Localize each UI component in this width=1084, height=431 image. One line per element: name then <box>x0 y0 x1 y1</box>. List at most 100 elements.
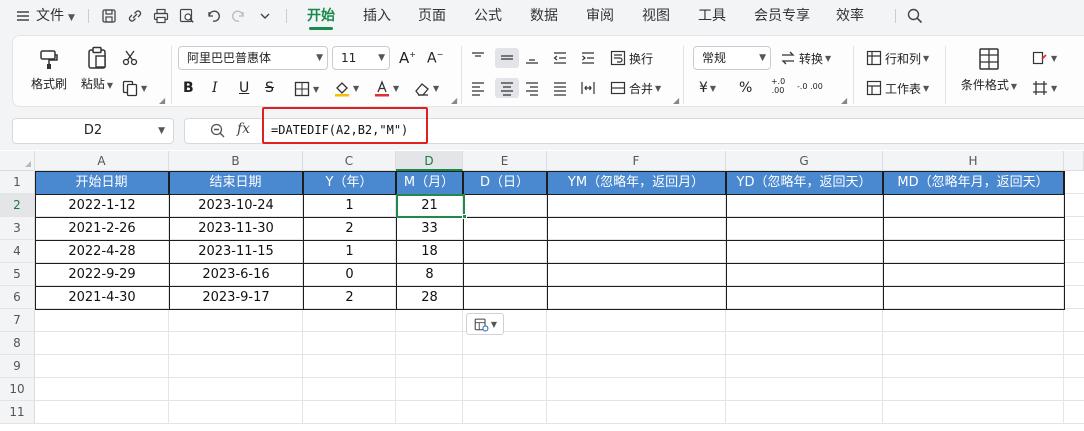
print-icon[interactable] <box>152 7 170 25</box>
active-cell-d2[interactable] <box>396 194 465 218</box>
table-cell[interactable]: 8 <box>396 263 463 286</box>
column-header-f[interactable]: F <box>547 151 726 171</box>
redo-icon[interactable] <box>230 7 248 25</box>
table-cell[interactable]: 2023-10-24 <box>169 194 303 217</box>
table-cell[interactable]: 0 <box>303 263 396 286</box>
table-cell[interactable]: 2022-4-28 <box>35 240 169 263</box>
tab-view[interactable]: 视图 <box>642 0 670 32</box>
distributed-button[interactable] <box>579 78 597 98</box>
table-header-cell[interactable]: M（月） <box>396 171 463 194</box>
align-middle-button[interactable] <box>495 48 519 68</box>
clear-format-button[interactable]: ▼ <box>413 78 439 98</box>
table-cell[interactable]: 2022-1-12 <box>35 194 169 217</box>
font-size-select[interactable]: 11 ▼ <box>332 46 390 70</box>
tab-member[interactable]: 会员专享 <box>754 0 810 32</box>
table-cell[interactable]: 18 <box>396 240 463 263</box>
select-all-corner[interactable] <box>0 151 35 171</box>
format-painter-button[interactable]: 格式刷 <box>29 45 69 92</box>
freeze-pane-button[interactable]: ▼ <box>1031 78 1057 98</box>
row-header-9[interactable]: 9 <box>0 355 35 378</box>
tab-review[interactable]: 审阅 <box>586 0 614 32</box>
strikethrough-button[interactable]: S <box>265 78 274 98</box>
tab-data[interactable]: 数据 <box>530 0 558 32</box>
table-header-cell[interactable]: YM（忽略年，返回月） <box>547 171 726 194</box>
zoom-icon[interactable] <box>209 122 227 140</box>
decrease-indent-button[interactable] <box>551 48 569 68</box>
column-header-d[interactable]: D <box>396 151 463 171</box>
table-cell[interactable]: 2023-11-30 <box>169 217 303 240</box>
font-launcher-icon[interactable]: ◢ <box>451 96 457 105</box>
table-cell[interactable]: 2023-6-16 <box>169 263 303 286</box>
underline-button[interactable]: U <box>239 78 249 98</box>
row-header-4[interactable]: 4 <box>0 240 35 263</box>
row-header-1[interactable]: 1 <box>0 171 35 194</box>
conditional-format-button[interactable]: 条件格式 ▼ <box>957 46 1021 93</box>
column-header-h[interactable]: H <box>883 151 1064 171</box>
table-cell[interactable]: 2022-9-29 <box>35 263 169 286</box>
table-cell[interactable]: 2021-2-26 <box>35 217 169 240</box>
tab-efficiency[interactable]: 效率 <box>836 0 864 32</box>
spreadsheet-grid[interactable]: A B C D E F G H 1 2 3 4 5 6 7 8 9 10 11 开始日期 结束日期 Y（年） M（月） D（日… <box>0 151 1084 431</box>
increase-font-button[interactable]: A+ <box>399 48 416 68</box>
insert-function-button[interactable]: fx <box>237 121 250 137</box>
align-top-button[interactable] <box>469 48 487 68</box>
borders-button[interactable]: ▼ <box>293 79 319 99</box>
number-format-select[interactable]: 常规 ▼ <box>693 46 771 70</box>
table-cell[interactable]: 2021-4-30 <box>35 286 169 309</box>
font-color-button[interactable]: ▼ <box>373 78 399 98</box>
table-cell[interactable]: 1 <box>303 240 396 263</box>
print-preview-icon[interactable] <box>178 7 196 25</box>
tab-formulas[interactable]: 公式 <box>474 0 502 32</box>
column-header-g[interactable]: G <box>726 151 883 171</box>
file-menu[interactable]: 文件 ▼ <box>36 0 75 32</box>
row-header-11[interactable]: 11 <box>0 401 35 424</box>
tab-home[interactable]: 开始 <box>307 0 335 32</box>
justify-button[interactable] <box>551 78 569 98</box>
column-header-b[interactable]: B <box>169 151 303 171</box>
paste-options-button[interactable]: ▼ <box>466 313 504 335</box>
hamburger-menu-icon[interactable] <box>14 7 32 25</box>
clipboard-launcher-icon[interactable]: ◢ <box>159 96 165 105</box>
alignment-launcher-icon[interactable]: ◢ <box>673 96 679 105</box>
row-header-8[interactable]: 8 <box>0 332 35 355</box>
search-icon[interactable] <box>906 7 924 25</box>
decrease-font-button[interactable]: A− <box>427 48 443 68</box>
save-icon[interactable] <box>100 7 118 25</box>
fill-color-button[interactable]: ▼ <box>333 78 359 98</box>
increase-indent-button[interactable] <box>579 48 597 68</box>
table-header-cell[interactable]: YD（忽略年，返回天） <box>726 171 883 194</box>
decrease-decimal-button[interactable]: -.0 .00 <box>797 74 823 98</box>
table-header-cell[interactable]: Y（年） <box>303 171 396 194</box>
column-header-c[interactable]: C <box>303 151 396 171</box>
row-header-3[interactable]: 3 <box>0 217 35 240</box>
table-cell[interactable]: 2023-11-15 <box>169 240 303 263</box>
copy-button[interactable]: ▼ <box>121 78 147 98</box>
percent-button[interactable]: % <box>739 78 752 98</box>
bold-button[interactable]: B <box>183 78 194 98</box>
row-header-7[interactable]: 7 <box>0 309 35 332</box>
row-header-10[interactable]: 10 <box>0 378 35 401</box>
convert-button[interactable]: 转换 ▼ <box>779 48 831 68</box>
tab-page[interactable]: 页面 <box>418 0 446 32</box>
number-launcher-icon[interactable]: ◢ <box>841 96 847 105</box>
table-header-cell[interactable]: D（日） <box>463 171 547 194</box>
align-center-button[interactable] <box>495 78 519 98</box>
column-header-e[interactable]: E <box>463 151 547 171</box>
table-cell[interactable]: 28 <box>396 286 463 309</box>
align-right-button[interactable] <box>523 78 541 98</box>
column-header-a[interactable]: A <box>35 151 169 171</box>
table-cell[interactable]: 2 <box>303 217 396 240</box>
align-left-button[interactable] <box>469 78 487 98</box>
worksheet-button[interactable]: 工作表 ▼ <box>865 78 929 98</box>
merge-button[interactable]: 合并 ▼ <box>609 78 661 98</box>
italic-button[interactable]: I <box>212 78 218 98</box>
table-header-cell[interactable]: MD（忽略年月，返回天） <box>883 171 1064 194</box>
cell-style-button[interactable]: ▼ <box>1031 48 1057 68</box>
undo-icon[interactable] <box>204 7 222 25</box>
share-link-icon[interactable] <box>126 7 144 25</box>
row-header-6[interactable]: 6 <box>0 286 35 309</box>
fill-handle[interactable] <box>462 214 467 219</box>
row-header-5[interactable]: 5 <box>0 263 35 286</box>
row-header-2[interactable]: 2 <box>0 194 35 217</box>
table-cell[interactable]: 2 <box>303 286 396 309</box>
